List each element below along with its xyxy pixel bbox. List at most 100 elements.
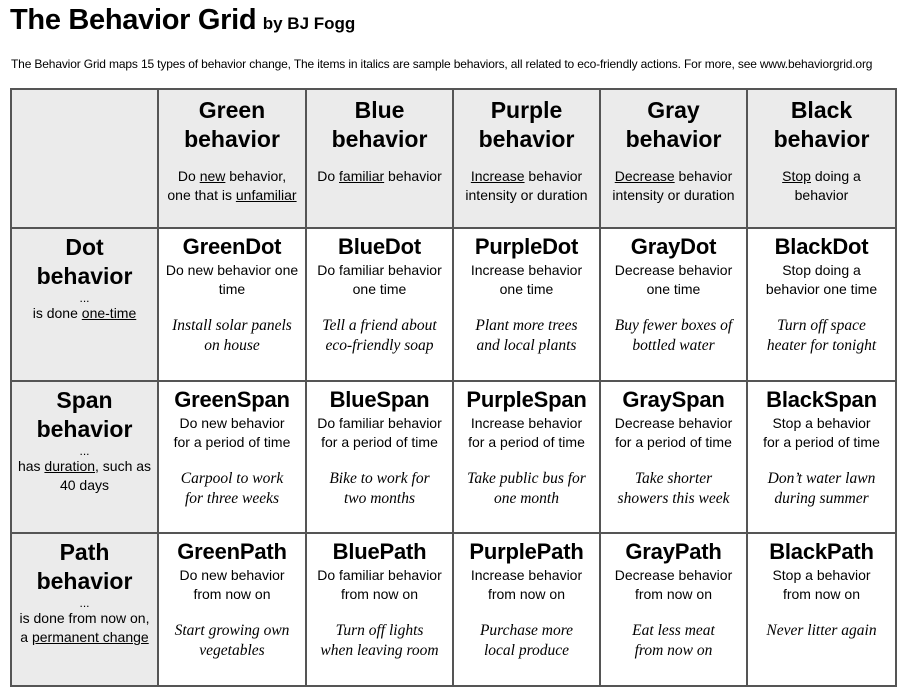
text-fragment: Do — [317, 168, 340, 184]
cell-title: PurpleSpan — [466, 387, 587, 412]
text-fragment: Blue — [354, 97, 405, 123]
column-header-blue: Blue behavior Do familiar behavior — [305, 88, 454, 229]
text-fragment: Buy fewer boxes of — [614, 317, 733, 334]
grid-cell-black-path: BlackPath Stop a behavior from now on Nev… — [746, 532, 897, 687]
text-fragment: permanent change — [31, 629, 149, 645]
cell-title: GrayDot — [630, 234, 717, 259]
text-fragment: Increase behavior — [470, 567, 583, 583]
cell-title: BluePath — [332, 539, 427, 564]
text-fragment: one time — [499, 281, 554, 297]
text-fragment: duration — [44, 458, 96, 474]
text-fragment: behavior — [184, 126, 280, 152]
cell-description: Stop doing a behavior one time — [748, 261, 895, 299]
column-header-row: Green behavior Do new behavior, one that i… — [10, 88, 897, 229]
corner-cell — [10, 88, 159, 229]
cell-example: Buy fewer boxes of bottled water — [601, 316, 746, 356]
title-byline: by BJ Fogg — [262, 14, 356, 33]
cell-example: Take public bus for one month — [454, 469, 599, 509]
column-title: Purple behavior — [454, 96, 599, 154]
text-fragment: on house — [204, 337, 260, 354]
page-title: The Behavior Grid by BJ Fogg — [10, 4, 355, 37]
text-fragment: Do familiar behavior — [317, 262, 442, 278]
text-fragment: for a period of time — [321, 434, 438, 450]
cell-title: GraySpan — [622, 387, 725, 412]
row-description: is done from now on, a permanent change — [12, 609, 157, 647]
text-fragment: Do new behavior — [179, 567, 285, 583]
row-span: Span behavior ... has duration, such as 40… — [10, 380, 897, 534]
column-description: Stop doing a behavior — [748, 167, 895, 205]
text-fragment: has — [17, 458, 45, 474]
cell-example: Don’t water lawn during summer — [748, 469, 895, 509]
text-fragment: 40 days — [59, 477, 110, 493]
column-header-purple: Purple behavior Increase behavior intensit… — [452, 88, 601, 229]
text-fragment: for a period of time — [468, 434, 585, 450]
column-title: Gray behavior — [601, 96, 746, 154]
text-fragment: Tell a friend about — [322, 317, 437, 334]
cell-title: GreenPath — [177, 539, 287, 564]
column-title: Black behavior — [748, 96, 895, 154]
text-fragment: for three weeks — [184, 490, 280, 507]
text-fragment: Increase — [470, 168, 525, 184]
text-fragment: from now on — [340, 586, 419, 602]
row-ellipsis: ... — [79, 596, 90, 610]
cell-description: Decrease behavior one time — [601, 261, 746, 299]
cell-description: Do familiar behavior from now on — [307, 566, 452, 604]
text-fragment: Eat less meat — [632, 622, 715, 639]
text-fragment: , such as — [95, 458, 152, 474]
grid-cell-gray-span: GraySpan Decrease behavior for a period o… — [599, 380, 748, 534]
column-header-black: Black behavior Stop doing a behavior — [746, 88, 897, 229]
cell-title: BlackDot — [774, 234, 869, 259]
text-fragment: during summer — [774, 490, 869, 507]
text-fragment: vegetables — [199, 642, 265, 659]
text-fragment: behavior — [36, 568, 133, 594]
grid-cell-gray-path: GrayPath Decrease behavior from now on Ea… — [599, 532, 748, 687]
text-fragment: from now on — [634, 586, 713, 602]
row-header-path: Path behavior ... is done from now on, a p… — [10, 532, 159, 687]
text-fragment: Green — [198, 97, 266, 123]
text-fragment: Stop doing a — [782, 262, 861, 278]
cell-example: Carpool to work for three weeks — [159, 469, 305, 509]
column-description: Do familiar behavior — [307, 167, 452, 186]
cell-description: Do new behavior for a period of time — [159, 414, 305, 452]
grid-cell-green-dot: GreenDot Do new behavior one time Install… — [157, 227, 307, 382]
text-fragment: heater for tonight — [766, 337, 877, 354]
text-fragment: bottled water — [632, 337, 715, 354]
text-fragment: behavior — [36, 263, 133, 289]
text-fragment: Plant more trees — [475, 317, 578, 334]
text-fragment: doing a — [810, 168, 861, 184]
cell-example: Plant more trees and local plants — [454, 316, 599, 356]
text-fragment: behavior — [625, 126, 722, 152]
grid-cell-black-dot: BlackDot Stop doing a behavior one time T… — [746, 227, 897, 382]
text-fragment: one month — [493, 490, 559, 507]
text-fragment: for a period of time — [173, 434, 291, 450]
text-fragment: Do new behavior — [179, 415, 285, 431]
text-fragment: Span — [56, 387, 113, 413]
text-fragment: local produce — [483, 642, 570, 659]
cell-title: GreenDot — [182, 234, 282, 259]
row-title: Span behavior — [12, 386, 157, 444]
text-fragment: for a period of time — [763, 434, 880, 450]
text-fragment: Install solar panels — [172, 317, 292, 334]
cell-example: Take shorter showers this week — [601, 469, 746, 509]
text-fragment: Gray — [647, 97, 700, 123]
text-fragment: is done — [32, 305, 82, 321]
text-fragment: one time — [646, 281, 701, 297]
cell-title: GreenSpan — [174, 387, 290, 412]
cell-description: Decrease behavior from now on — [601, 566, 746, 604]
row-header-span: Span behavior ... has duration, such as 40… — [10, 380, 159, 534]
text-fragment: two months — [343, 490, 416, 507]
text-fragment: behavior — [773, 126, 870, 152]
cell-description: Increase behavior one time — [454, 261, 599, 299]
text-fragment: time — [218, 281, 246, 297]
text-fragment: Purple — [490, 97, 563, 123]
text-fragment: Don’t water lawn — [767, 470, 876, 487]
grid-cell-green-span: GreenSpan Do new behavior for a period of… — [157, 380, 307, 534]
cell-description: Increase behavior from now on — [454, 566, 599, 604]
text-fragment: Take public bus for — [467, 470, 586, 487]
cell-description: Do familiar behavior for a period of time — [307, 414, 452, 452]
text-fragment: showers this week — [617, 490, 730, 507]
grid-cell-black-span: BlackSpan Stop a behavior for a period of… — [746, 380, 897, 534]
text-fragment: from now on — [782, 586, 861, 602]
text-fragment: behavior, — [225, 168, 287, 184]
cell-description: Do familiar behavior one time — [307, 261, 452, 299]
